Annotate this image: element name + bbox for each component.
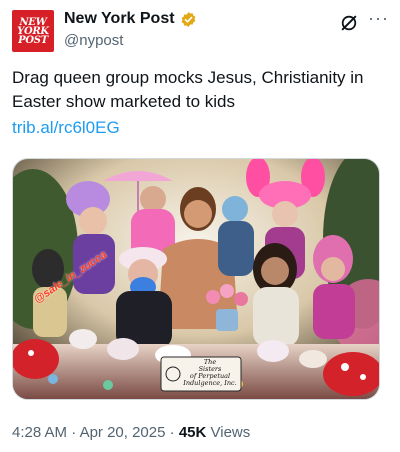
tweet-link[interactable]: trib.al/rc6l0EG: [12, 118, 120, 138]
tweet-meta: 4:28 AM · Apr 20, 2025 · 45K Views: [12, 424, 250, 441]
figure-blue-beard: [116, 247, 172, 349]
tweet-time[interactable]: 4:28 AM: [12, 424, 67, 441]
figure-dark-hair: [253, 243, 299, 347]
logo-line-3: POST: [18, 34, 48, 46]
tweet-text: Drag queen group mocks Jesus, Christiani…: [12, 68, 364, 111]
figure-right: [313, 235, 355, 339]
meta-separator: ·: [67, 424, 80, 441]
views-label: Views: [206, 424, 251, 441]
meta-separator: ·: [165, 424, 179, 441]
sisters-sign: The Sisters of Perpetual Indulgence, Inc…: [181, 359, 239, 387]
views-count: 45K: [178, 424, 207, 441]
account-name-row: New York Post: [64, 10, 197, 28]
tweet-date[interactable]: Apr 20, 2025: [80, 424, 166, 441]
nypost-avatar[interactable]: NEW YORK POST: [12, 10, 54, 52]
verified-badge-icon[interactable]: [180, 11, 197, 28]
sign-line-4: Indulgence, Inc.: [183, 379, 237, 387]
tweet-header: NEW YORK POST New York Post @nypost ···: [12, 8, 388, 52]
more-icon[interactable]: ···: [368, 9, 388, 32]
account-handle[interactable]: @nypost: [64, 32, 123, 49]
account-name[interactable]: New York Post: [64, 10, 175, 28]
grok-icon[interactable]: [340, 14, 358, 32]
